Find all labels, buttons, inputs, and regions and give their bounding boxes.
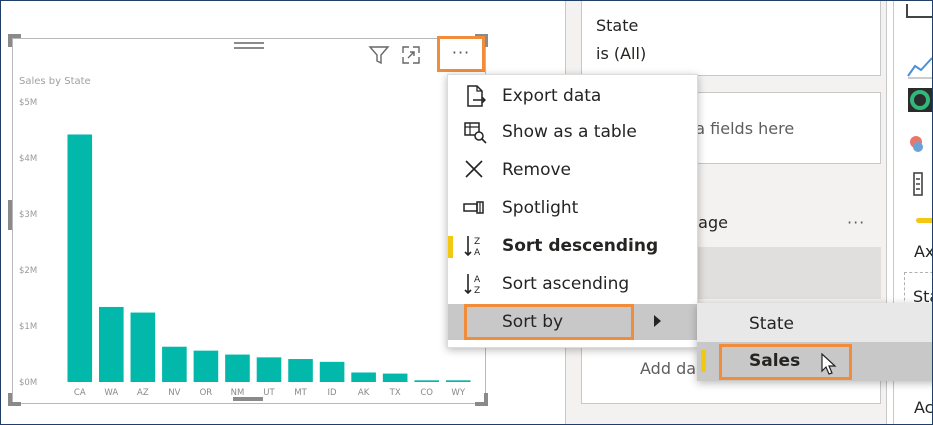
more-options-menu: Export data Show as a table Remove Spotl… [447, 74, 698, 348]
gauge-icon[interactable] [906, 86, 933, 114]
bar-id[interactable] [319, 361, 345, 382]
menu-item-export-data[interactable]: Export data [448, 78, 697, 114]
sort-by-submenu: State Sales [697, 303, 933, 381]
add-well-label: Ac [914, 398, 933, 417]
drop-fields-hint: ta fields here [689, 119, 795, 138]
svg-text:A: A [474, 275, 481, 285]
close-icon [465, 160, 483, 178]
menu-item-label: Remove [502, 160, 571, 180]
bar-nm[interactable] [225, 354, 250, 382]
bar-wa[interactable] [99, 306, 124, 382]
sort-ascending-icon: A Z [464, 274, 481, 296]
visual-type-icon[interactable] [906, 4, 933, 18]
y-tick-label: $3M [19, 210, 37, 220]
line-chart-icon[interactable] [906, 52, 933, 80]
bar-co[interactable] [414, 380, 439, 382]
bar-ca[interactable] [67, 134, 93, 382]
x-tick-label: AK [358, 388, 370, 398]
submenu-item-sales[interactable]: Sales [697, 342, 933, 381]
bar-tx[interactable] [382, 373, 408, 382]
y-tick-label: $4M [19, 154, 37, 164]
chevron-right-icon [654, 315, 661, 327]
x-tick-label: TX [389, 388, 401, 398]
x-tick-label: CO [420, 388, 433, 398]
menu-item-label: Spotlight [502, 198, 579, 218]
bar-wy[interactable] [445, 380, 471, 382]
x-tick-label: AZ [137, 388, 149, 398]
x-tick-label: OR [200, 388, 213, 398]
section-more-icon[interactable]: ··· [847, 213, 865, 232]
x-tick-label: WY [451, 388, 465, 398]
y-tick-label: $0M [19, 378, 37, 388]
menu-item-label: Sort ascending [502, 274, 630, 294]
y-tick-label: $5M [19, 98, 37, 108]
menu-item-remove[interactable]: Remove [448, 152, 697, 188]
x-tick-label: ID [328, 388, 338, 398]
bar-ak[interactable] [351, 372, 376, 382]
submenu-item-state[interactable]: State [697, 305, 933, 344]
x-tick-label: CA [74, 388, 86, 398]
filter-card-title: State [596, 16, 639, 35]
bar-ut[interactable] [256, 357, 282, 382]
menu-item-show-as-table[interactable]: Show as a table [448, 114, 697, 150]
menu-item-sort-by[interactable]: Sort by [448, 304, 697, 340]
x-tick-label: MT [294, 388, 307, 398]
map-icon[interactable] [906, 130, 933, 158]
axis-well-label: Ax [914, 242, 933, 261]
submenu-item-label: Sales [749, 351, 801, 371]
menu-item-spotlight[interactable]: Spotlight [448, 190, 697, 226]
active-sort-indicator [448, 236, 453, 258]
submenu-item-label: State [749, 314, 794, 334]
show-table-icon [464, 122, 487, 144]
export-data-icon [467, 85, 486, 107]
x-tick-label: WA [104, 388, 118, 398]
y-tick-label: $2M [19, 266, 37, 276]
svg-text:Z: Z [474, 286, 480, 296]
y-tick-label: $1M [19, 322, 37, 332]
bar-mt[interactable] [288, 359, 313, 382]
x-tick-label: UT [263, 388, 275, 398]
state-filter-card[interactable]: State is (All) [581, 0, 881, 76]
filter-card-value: is (All) [596, 44, 647, 63]
active-sort-indicator [701, 350, 706, 372]
menu-item-label: Export data [502, 86, 602, 106]
x-tick-label: NM [231, 388, 245, 398]
mouse-cursor-icon [821, 353, 837, 375]
menu-item-label: Sort by [502, 312, 564, 332]
spotlight-icon [463, 201, 484, 214]
fields-icon[interactable] [906, 170, 933, 198]
menu-item-label: Show as a table [502, 122, 637, 142]
menu-item-label: Sort descending [502, 236, 659, 256]
svg-text:Z: Z [474, 237, 480, 247]
menu-item-sort-descending[interactable]: Z A Sort descending [448, 228, 697, 264]
add-data-hint: Add da [640, 359, 697, 378]
menu-item-sort-ascending[interactable]: A Z Sort ascending [448, 266, 697, 302]
bar-or[interactable] [193, 350, 219, 382]
fields-tab-indicator [916, 218, 933, 223]
svg-text:A: A [474, 248, 481, 258]
bar-az[interactable] [130, 312, 156, 382]
report-canvas: ··· Sales by State $0M $1M $2M $3M $4M $5M CA W… [0, 0, 933, 425]
bar-nv[interactable] [162, 346, 187, 382]
sort-descending-icon: Z A [464, 236, 481, 258]
x-tick-label: NV [168, 388, 180, 398]
